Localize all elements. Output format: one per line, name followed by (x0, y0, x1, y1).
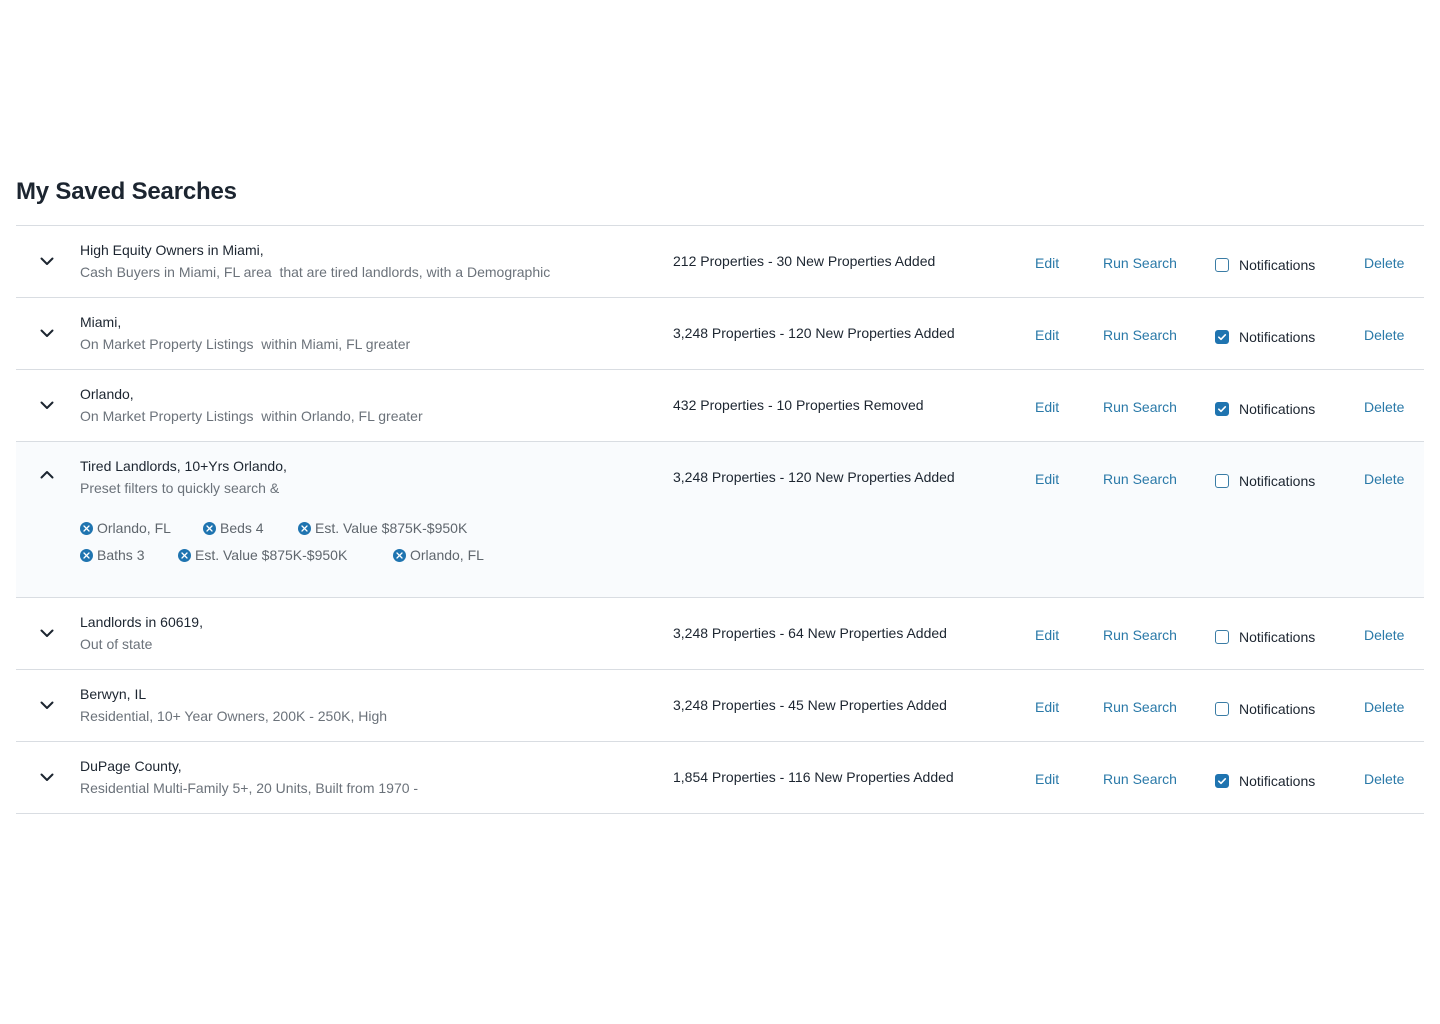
search-results-summary: 3,248 Properties - 45 New Properties Add… (673, 697, 947, 713)
notifications-label: Notifications (1239, 257, 1316, 273)
edit-link[interactable]: Edit (1035, 471, 1059, 487)
page-title: My Saved Searches (16, 178, 237, 205)
filter-chip: Est. Value $875K-$950K (298, 520, 467, 536)
search-results-summary: 1,854 Properties - 116 New Properties Ad… (673, 769, 954, 785)
run-search-link[interactable]: Run Search (1103, 399, 1177, 415)
notifications-checkbox[interactable] (1215, 630, 1229, 644)
search-description: On Market Property Listings within Miami… (80, 336, 411, 352)
filter-chip: Baths 3 (80, 547, 144, 563)
run-search-link[interactable]: Run Search (1103, 699, 1177, 715)
search-description: Residential Multi-Family 5+, 20 Units, B… (80, 780, 419, 796)
filter-chip-label: Orlando, FL (97, 520, 171, 536)
filter-chip-label: Beds 4 (220, 520, 264, 536)
edit-link[interactable]: Edit (1035, 627, 1059, 643)
notifications-label: Notifications (1239, 629, 1316, 645)
search-name: DuPage County, (80, 758, 182, 774)
search-results-summary: 3,248 Properties - 120 New Properties Ad… (673, 469, 955, 485)
search-description: Preset filters to quickly search & (80, 480, 280, 496)
delete-link[interactable]: Delete (1364, 627, 1404, 643)
notifications-checkbox[interactable] (1215, 330, 1229, 344)
saved-search-row: Tired Landlords, 10+Yrs Orlando, Preset f… (16, 442, 1424, 598)
chevron-down-icon[interactable] (38, 696, 56, 714)
filter-chip-label: Orlando, FL (410, 547, 484, 563)
saved-searches-list: High Equity Owners in Miami, Cash Buyers … (16, 225, 1424, 814)
notifications-toggle[interactable]: Notifications (1215, 772, 1315, 790)
remove-filter-icon[interactable] (393, 548, 406, 562)
notifications-checkbox[interactable] (1215, 474, 1229, 488)
edit-link[interactable]: Edit (1035, 699, 1059, 715)
saved-search-row: DuPage County, Residential Multi-Family 5… (16, 742, 1424, 814)
filter-chip: Est. Value $875K-$950K (178, 547, 347, 563)
notifications-label: Notifications (1239, 473, 1316, 489)
search-name: High Equity Owners in Miami, (80, 242, 264, 258)
notifications-checkbox[interactable] (1215, 702, 1229, 716)
chevron-down-icon[interactable] (38, 324, 56, 342)
chevron-down-icon[interactable] (38, 768, 56, 786)
search-name: Berwyn, IL (80, 686, 147, 702)
remove-filter-icon[interactable] (80, 548, 93, 562)
filter-chip: Orlando, FL (80, 520, 171, 536)
saved-search-row: Miami, On Market Property Listings within… (16, 298, 1424, 370)
run-search-link[interactable]: Run Search (1103, 255, 1177, 271)
delete-link[interactable]: Delete (1364, 399, 1404, 415)
edit-link[interactable]: Edit (1035, 399, 1059, 415)
search-name: Orlando, (80, 386, 134, 402)
delete-link[interactable]: Delete (1364, 699, 1404, 715)
run-search-link[interactable]: Run Search (1103, 471, 1177, 487)
search-results-summary: 432 Properties - 10 Properties Removed (673, 397, 924, 413)
chevron-down-icon[interactable] (38, 252, 56, 270)
edit-link[interactable]: Edit (1035, 771, 1059, 787)
filter-chip-label: Baths 3 (97, 547, 145, 563)
notifications-label: Notifications (1239, 401, 1316, 417)
remove-filter-icon[interactable] (80, 521, 93, 535)
delete-link[interactable]: Delete (1364, 327, 1404, 343)
run-search-link[interactable]: Run Search (1103, 327, 1177, 343)
filter-chip: Orlando, FL (393, 547, 484, 563)
notifications-toggle[interactable]: Notifications (1215, 628, 1315, 646)
saved-search-row: Orlando, On Market Property Listings with… (16, 370, 1424, 442)
notifications-checkbox[interactable] (1215, 402, 1229, 416)
search-results-summary: 3,248 Properties - 120 New Properties Ad… (673, 325, 955, 341)
delete-link[interactable]: Delete (1364, 471, 1404, 487)
edit-link[interactable]: Edit (1035, 255, 1059, 271)
search-description: On Market Property Listings within Orlan… (80, 408, 423, 424)
filter-chip-label: Est. Value $875K-$950K (315, 520, 468, 536)
remove-filter-icon[interactable] (203, 521, 216, 535)
chevron-down-icon[interactable] (38, 624, 56, 642)
notifications-label: Notifications (1239, 773, 1316, 789)
search-results-summary: 212 Properties - 30 New Properties Added (673, 253, 936, 269)
search-description: Residential, 10+ Year Owners, 200K - 250… (80, 708, 388, 724)
saved-search-row: Berwyn, IL Residential, 10+ Year Owners, … (16, 670, 1424, 742)
delete-link[interactable]: Delete (1364, 771, 1404, 787)
notifications-checkbox[interactable] (1215, 258, 1229, 272)
chevron-down-icon[interactable] (38, 396, 56, 414)
notifications-toggle[interactable]: Notifications (1215, 472, 1315, 490)
notifications-checkbox[interactable] (1215, 774, 1229, 788)
search-name: Tired Landlords, 10+Yrs Orlando, (80, 458, 287, 474)
notifications-toggle[interactable]: Notifications (1215, 400, 1315, 418)
edit-link[interactable]: Edit (1035, 327, 1059, 343)
notifications-label: Notifications (1239, 329, 1316, 345)
remove-filter-icon[interactable] (298, 521, 311, 535)
search-name: Landlords in 60619, (80, 614, 203, 630)
search-name: Miami, (80, 314, 122, 330)
remove-filter-icon[interactable] (178, 548, 191, 562)
notifications-toggle[interactable]: Notifications (1215, 700, 1315, 718)
run-search-link[interactable]: Run Search (1103, 771, 1177, 787)
run-search-link[interactable]: Run Search (1103, 627, 1177, 643)
delete-link[interactable]: Delete (1364, 255, 1404, 271)
saved-search-row: High Equity Owners in Miami, Cash Buyers … (16, 226, 1424, 298)
search-results-summary: 3,248 Properties - 64 New Properties Add… (673, 625, 947, 641)
filter-chip: Beds 4 (203, 520, 264, 536)
chevron-up-icon[interactable] (38, 466, 56, 484)
saved-search-row: Landlords in 60619, Out of state 3,248 Pro… (16, 598, 1424, 670)
notifications-label: Notifications (1239, 701, 1316, 717)
filter-chip-label: Est. Value $875K-$950K (195, 547, 348, 563)
notifications-toggle[interactable]: Notifications (1215, 328, 1315, 346)
notifications-toggle[interactable]: Notifications (1215, 256, 1315, 274)
search-description: Out of state (80, 636, 153, 652)
search-description: Cash Buyers in Miami, FL area that are t… (80, 264, 551, 280)
